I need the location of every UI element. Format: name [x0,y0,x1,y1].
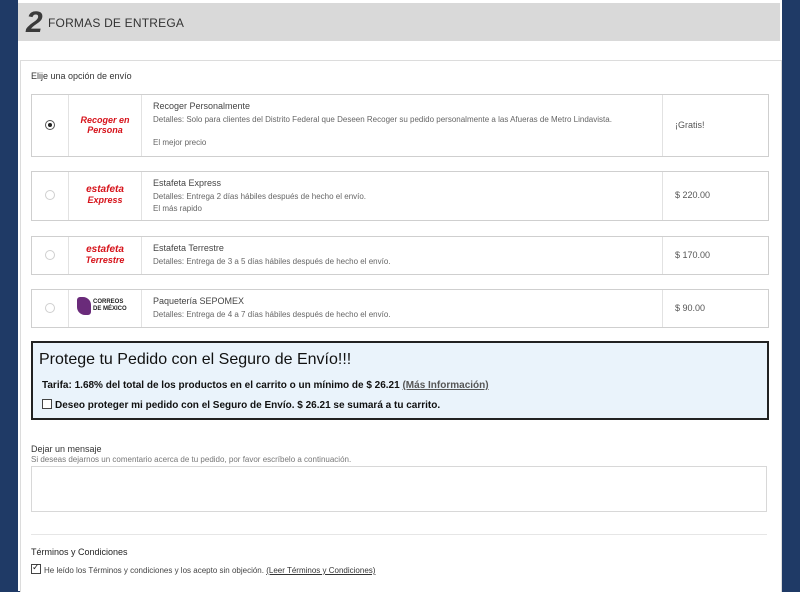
shipping-content: Elije una opción de envío Recoger en Per… [20,60,782,592]
insurance-more-info-link[interactable]: (Más Información) [402,380,488,391]
estafeta-terrestre-logo: estafeta Terrestre [69,237,142,274]
terms-checkbox-label: He leído los Términos y condiciones y lo… [44,566,264,575]
message-label: Dejar un mensaje [31,444,102,454]
step-header: 2 FORMAS DE ENTREGA [18,3,780,41]
shipping-options-label: Elije una opción de envío [31,71,132,81]
estafeta-terrestre-logo-line1: estafeta [86,244,124,255]
pickup-radio[interactable] [45,120,55,130]
insurance-checkbox[interactable] [42,399,52,409]
shipping-option-estafeta-terrestre[interactable]: estafeta Terrestre Estafeta Terrestre De… [31,236,769,275]
estafeta-terrestre-detail: Detalles: Entrega de 3 a 5 días hábiles … [153,257,391,266]
pickup-logo: Recoger en Persona [69,95,142,156]
section-divider [31,534,767,535]
estafeta-express-price: $ 220.00 [675,190,711,200]
estafeta-express-logo-line2: Express [87,195,123,205]
insurance-box: Protege tu Pedido con el Seguro de Envío… [31,341,769,420]
estafeta-terrestre-radio[interactable] [45,250,55,260]
estafeta-express-title: Estafeta Express [153,178,222,188]
estafeta-terrestre-title: Estafeta Terrestre [153,243,224,253]
sepomex-radio[interactable] [45,303,55,313]
sepomex-title: Paquetería SEPOMEX [153,296,245,306]
pickup-logo-line2: Persona [87,125,123,135]
checkout-panel: 2 FORMAS DE ENTREGA Elije una opción de … [18,0,782,592]
step-title: FORMAS DE ENTREGA [48,16,185,30]
estafeta-express-detail: Detalles: Entrega 2 días hábiles después… [153,192,367,201]
read-terms-link[interactable]: (Leer Términos y Condiciones) [266,566,375,575]
sepomex-logo: CORREOS DE MÉXICO [69,290,142,327]
terms-checkbox[interactable] [31,562,41,574]
estafeta-express-logo-line1: estafeta [86,184,124,195]
sepomex-logo-line2: DE MÉXICO [93,306,127,312]
insurance-rate: Tarifa: 1.68% del total de los productos… [42,380,489,391]
insurance-checkbox-label: Deseo proteger mi pedido con el Seguro d… [55,400,441,411]
shipping-option-estafeta-express[interactable]: estafeta Express Estafeta Express Detall… [31,171,769,221]
pickup-title: Recoger Personalmente [153,101,251,111]
estafeta-express-tagline: El más rapido [153,204,202,213]
step-number: 2 [26,6,43,39]
estafeta-terrestre-logo-line2: Terrestre [85,255,125,265]
pickup-detail: Detalles: Solo para clientes del Distrit… [153,115,612,124]
correos-bird-icon [77,297,91,315]
estafeta-terrestre-price: $ 170.00 [675,250,711,260]
shipping-option-sepomex[interactable]: CORREOS DE MÉXICO Paquetería SEPOMEX Det… [31,289,769,328]
insurance-title: Protege tu Pedido con el Seguro de Envío… [39,351,352,368]
terms-option: He leído los Términos y condiciones y lo… [31,562,375,575]
insurance-option: Deseo proteger mi pedido con el Seguro d… [42,399,440,411]
estafeta-express-radio[interactable] [45,190,55,200]
message-hint: Si deseas dejarnos un comentario acerca … [31,455,352,464]
pickup-logo-line1: Recoger en [80,115,130,125]
terms-label: Términos y Condiciones [31,547,128,557]
sepomex-detail: Detalles: Entrega de 4 a 7 días hábiles … [153,310,391,319]
pickup-tagline: El mejor precio [153,138,207,147]
shipping-option-pickup[interactable]: Recoger en Persona Recoger Personalmente… [31,94,769,157]
sepomex-logo-line1: CORREOS [93,299,124,305]
pickup-price: ¡Gratis! [675,120,705,130]
estafeta-express-logo: estafeta Express [69,172,142,220]
sepomex-price: $ 90.00 [675,303,706,313]
message-textarea[interactable] [31,466,767,512]
insurance-rate-text: Tarifa: 1.68% del total de los productos… [42,380,400,391]
